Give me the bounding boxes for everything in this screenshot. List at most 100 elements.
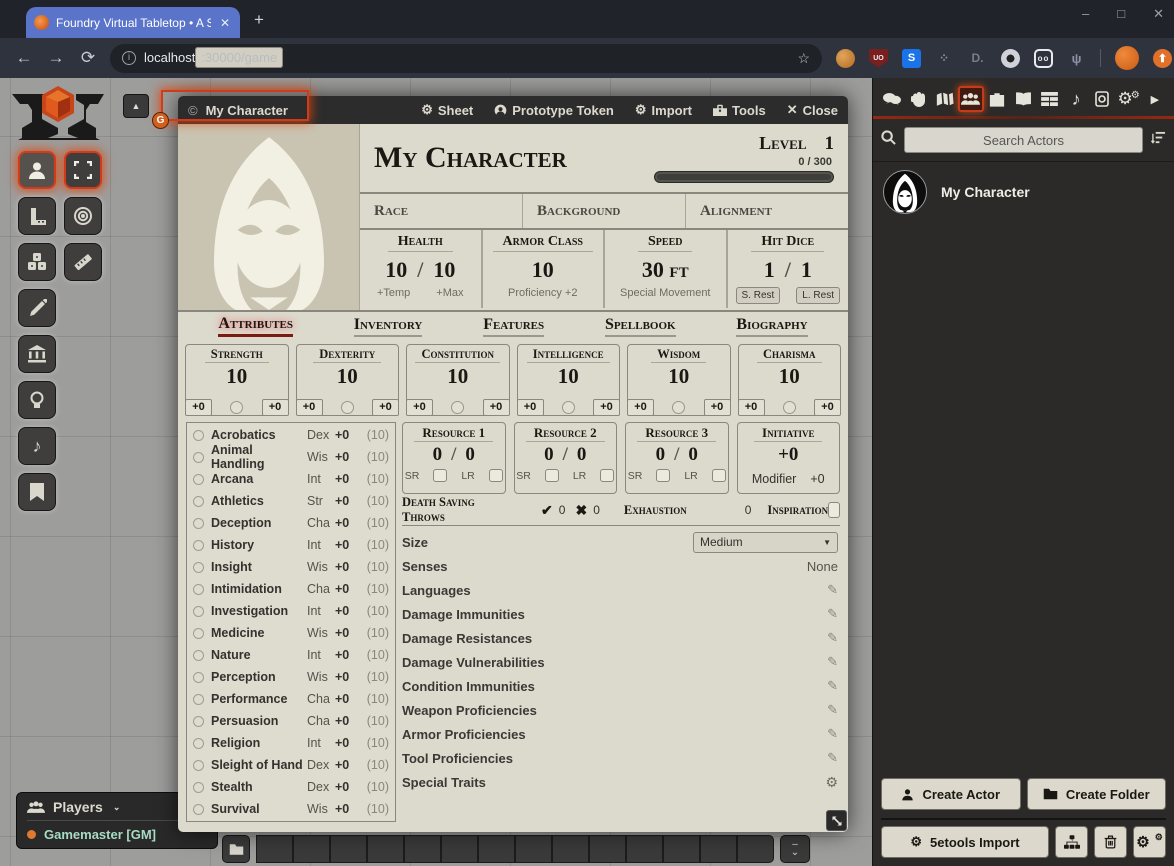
- hp-max[interactable]: 10: [433, 257, 455, 283]
- detail-field[interactable]: Race: [360, 194, 522, 228]
- short-rest-button[interactable]: S. Rest: [736, 287, 781, 304]
- ability-box[interactable]: Intelligence 10 +0 +0: [517, 344, 621, 416]
- lighting-tool-button[interactable]: [18, 381, 56, 419]
- ability-mod[interactable]: +0: [262, 399, 289, 416]
- death-success-count[interactable]: 0: [559, 503, 566, 517]
- skill-proficiency-toggle[interactable]: [193, 606, 204, 617]
- new-tab-button[interactable]: +: [254, 10, 264, 30]
- proficiency-toggle[interactable]: [230, 401, 243, 414]
- skill-row[interactable]: Stealth Dex +0 (10): [187, 776, 395, 798]
- edit-icon[interactable]: ✎: [827, 678, 838, 694]
- bookmark-star-icon[interactable]: ☆: [797, 50, 810, 67]
- window-close-button[interactable]: ✕: [1153, 6, 1164, 22]
- macro-slot[interactable]: [737, 835, 774, 863]
- sheet-tab[interactable]: Biography: [736, 316, 807, 337]
- macro-slot[interactable]: [589, 835, 626, 863]
- cookie-extension-icon[interactable]: [836, 49, 855, 68]
- proficiency-toggle[interactable]: [562, 401, 575, 414]
- macro-slot[interactable]: [256, 835, 293, 863]
- macro-slot[interactable]: [663, 835, 700, 863]
- ruler-tool-button[interactable]: [18, 197, 56, 235]
- tab-journal[interactable]: [1010, 86, 1036, 112]
- walls-tool-button[interactable]: [18, 335, 56, 373]
- size-select[interactable]: Medium▼: [693, 532, 838, 553]
- macro-slot[interactable]: [404, 835, 441, 863]
- ability-save[interactable]: +0: [185, 399, 212, 416]
- edit-icon[interactable]: ✎: [827, 750, 838, 766]
- token-tool-button[interactable]: [18, 151, 56, 189]
- proficiency-toggle[interactable]: [672, 401, 685, 414]
- edit-icon[interactable]: ✎: [827, 630, 838, 646]
- skill-proficiency-toggle[interactable]: [193, 716, 204, 727]
- armor-class-stat[interactable]: Armor Class 10 Proficiency +2: [481, 230, 604, 308]
- tab-compendium[interactable]: [1089, 86, 1115, 112]
- create-actor-button[interactable]: Create Actor: [881, 778, 1021, 810]
- ability-box[interactable]: Dexterity 10 +0 +0: [296, 344, 400, 416]
- skill-proficiency-toggle[interactable]: [193, 628, 204, 639]
- edit-icon[interactable]: ✎: [827, 606, 838, 622]
- grid-extension-icon[interactable]: ⁘: [935, 49, 954, 68]
- sheet-tab[interactable]: Attributes: [218, 315, 293, 337]
- sr-checkbox[interactable]: [656, 469, 670, 482]
- ability-mod[interactable]: +0: [483, 399, 510, 416]
- tab-actors[interactable]: [958, 86, 984, 112]
- eye-extension-icon[interactable]: [1001, 49, 1020, 68]
- skill-row[interactable]: Athletics Str +0 (10): [187, 490, 395, 512]
- macro-slot[interactable]: [441, 835, 478, 863]
- actor-list-item[interactable]: My Character: [873, 161, 1174, 222]
- ability-mod[interactable]: +0: [704, 399, 731, 416]
- macro-slot[interactable]: [478, 835, 515, 863]
- initiative-modifier[interactable]: +0: [810, 472, 824, 486]
- speed-stat[interactable]: Speed 30 ft Special Movement: [603, 230, 726, 308]
- death-success-icon[interactable]: ✔: [541, 502, 553, 519]
- resource-box[interactable]: Resource 3 0/0 SRLR: [625, 422, 729, 494]
- edit-icon[interactable]: ✎: [827, 654, 838, 670]
- forward-button[interactable]: →: [40, 48, 72, 68]
- hp-value[interactable]: 10: [385, 257, 407, 283]
- gear-icon[interactable]: ⚙: [825, 774, 838, 791]
- ability-box[interactable]: Charisma 10 +0 +0: [738, 344, 842, 416]
- skill-row[interactable]: History Int +0 (10): [187, 534, 395, 556]
- notes-tool-button[interactable]: [18, 473, 56, 511]
- lr-checkbox[interactable]: [712, 469, 726, 482]
- hit-dice-stat[interactable]: Hit Dice 1/1 S. Rest L. Rest: [726, 230, 849, 308]
- level-value[interactable]: 1: [825, 133, 835, 155]
- skill-proficiency-toggle[interactable]: [193, 430, 204, 441]
- profile-avatar[interactable]: [1115, 46, 1139, 70]
- exhaustion-value[interactable]: 0: [745, 503, 752, 517]
- dice-tool-button[interactable]: [18, 243, 56, 281]
- tab-combat[interactable]: [905, 86, 931, 112]
- health-stat[interactable]: Health 10/10 +Temp+Max: [360, 230, 481, 308]
- skill-row[interactable]: Deception Cha +0 (10): [187, 512, 395, 534]
- ability-save[interactable]: +0: [517, 399, 544, 416]
- fork-extension-icon[interactable]: ψ: [1067, 49, 1086, 68]
- skill-row[interactable]: Animal Handling Wis +0 (10): [187, 446, 395, 468]
- tab-chat[interactable]: [879, 86, 905, 112]
- select-targets-button[interactable]: [64, 151, 102, 189]
- skill-proficiency-toggle[interactable]: [193, 584, 204, 595]
- nav-collapse-button[interactable]: ▲: [123, 94, 149, 118]
- sheet-tab[interactable]: Inventory: [354, 316, 423, 337]
- search-actors-input[interactable]: [904, 127, 1143, 153]
- character-portrait[interactable]: [178, 124, 360, 310]
- ability-mod[interactable]: +0: [814, 399, 841, 416]
- drawing-tool-button[interactable]: [18, 289, 56, 327]
- initiative-box[interactable]: Initiative +0 Modifier+0: [737, 422, 841, 494]
- prototype-token-button[interactable]: Prototype Token: [494, 103, 614, 118]
- proficiency-toggle[interactable]: [451, 401, 464, 414]
- ability-mod[interactable]: +0: [372, 399, 399, 416]
- edit-icon[interactable]: ✎: [827, 726, 838, 742]
- sheet-tab[interactable]: Features: [483, 316, 544, 337]
- skill-row[interactable]: Arcana Int +0 (10): [187, 468, 395, 490]
- character-name[interactable]: My Character: [374, 141, 654, 175]
- ability-save[interactable]: +0: [296, 399, 323, 416]
- skill-row[interactable]: Intimidation Cha +0 (10): [187, 578, 395, 600]
- ability-box[interactable]: Wisdom 10 +0 +0: [627, 344, 731, 416]
- back-button[interactable]: ←: [8, 48, 40, 68]
- window-resize-handle[interactable]: [826, 810, 847, 831]
- measure-tool-button[interactable]: [64, 243, 102, 281]
- trash-button[interactable]: [1094, 826, 1127, 858]
- skill-row[interactable]: Persuasion Cha +0 (10): [187, 710, 395, 732]
- macro-slot[interactable]: [330, 835, 367, 863]
- skill-proficiency-toggle[interactable]: [193, 694, 204, 705]
